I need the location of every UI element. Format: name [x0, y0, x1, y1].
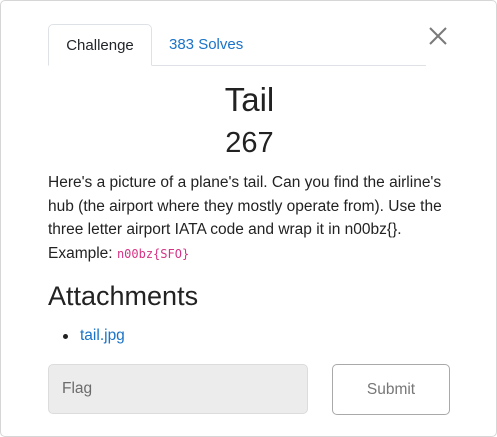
challenge-points: 267 [225, 127, 274, 159]
challenge-modal: Challenge 383 Solves Tail 267 Here's a p… [0, 0, 497, 437]
attachments-list: tail.jpg [48, 324, 125, 348]
attachment-link[interactable]: tail.jpg [80, 327, 125, 344]
flag-input[interactable] [48, 364, 308, 414]
tab-challenge[interactable]: Challenge [48, 24, 152, 66]
tab-solves[interactable]: 383 Solves [169, 24, 243, 65]
list-item: tail.jpg [48, 324, 125, 348]
tab-bar: Challenge 383 Solves [48, 24, 426, 66]
challenge-description: Here's a picture of a plane's tail. Can … [48, 171, 458, 266]
description-text: Here's a picture of a plane's tail. Can … [48, 174, 442, 238]
close-icon[interactable] [426, 24, 450, 48]
submit-button[interactable]: Submit [332, 364, 450, 415]
example-code: n00bz{SFO} [116, 246, 190, 261]
example-label: Example: [48, 244, 113, 262]
attachments-heading: Attachments [48, 281, 199, 311]
challenge-title: Tail [224, 81, 275, 118]
